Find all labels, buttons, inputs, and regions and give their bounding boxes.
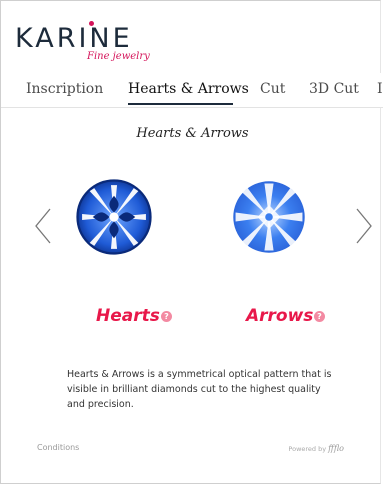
chevron-right-icon bbox=[356, 208, 372, 244]
previous-button[interactable] bbox=[33, 206, 53, 246]
arrows-diamond-image bbox=[233, 181, 305, 253]
brand-dot-accent bbox=[89, 21, 94, 26]
next-button[interactable] bbox=[354, 206, 374, 246]
powered-by: Powered by ffflo bbox=[288, 444, 344, 453]
tab-cut[interactable]: Cut bbox=[260, 81, 285, 97]
arrows-label: Arrows bbox=[246, 306, 314, 326]
hearts-diamond-image bbox=[76, 179, 152, 255]
hearts-help-icon[interactable]: ? bbox=[161, 311, 172, 322]
hearts-label: Hearts bbox=[96, 306, 160, 326]
brand-tagline: Fine jewelry bbox=[87, 51, 150, 62]
provider-logo: ffflo bbox=[328, 444, 344, 453]
widget-frame: KARINE Fine jewelry Inscription Hearts &… bbox=[0, 0, 383, 484]
chevron-left-icon bbox=[35, 208, 51, 244]
tab-hearts-arrows[interactable]: Hearts & Arrows bbox=[128, 81, 249, 97]
tab-3d-cut[interactable]: 3D Cut bbox=[309, 81, 359, 97]
tab-more[interactable]: I bbox=[377, 81, 383, 97]
powered-by-label: Powered by bbox=[288, 445, 327, 453]
tab-inscription[interactable]: Inscription bbox=[26, 81, 103, 97]
arrows-help-icon[interactable]: ? bbox=[314, 311, 325, 322]
brand-name: KARINE bbox=[15, 23, 133, 54]
description-text: Hearts & Arrows is a symmetrical optical… bbox=[67, 369, 332, 410]
section-title: Hearts & Arrows bbox=[136, 126, 249, 141]
brand-logo: KARINE Fine jewelry bbox=[15, 21, 175, 73]
active-tab-indicator bbox=[128, 103, 233, 105]
tab-bar: Inscription Hearts & Arrows Cut 3D Cut I bbox=[1, 73, 383, 108]
conditions-link[interactable]: Conditions bbox=[37, 443, 79, 452]
